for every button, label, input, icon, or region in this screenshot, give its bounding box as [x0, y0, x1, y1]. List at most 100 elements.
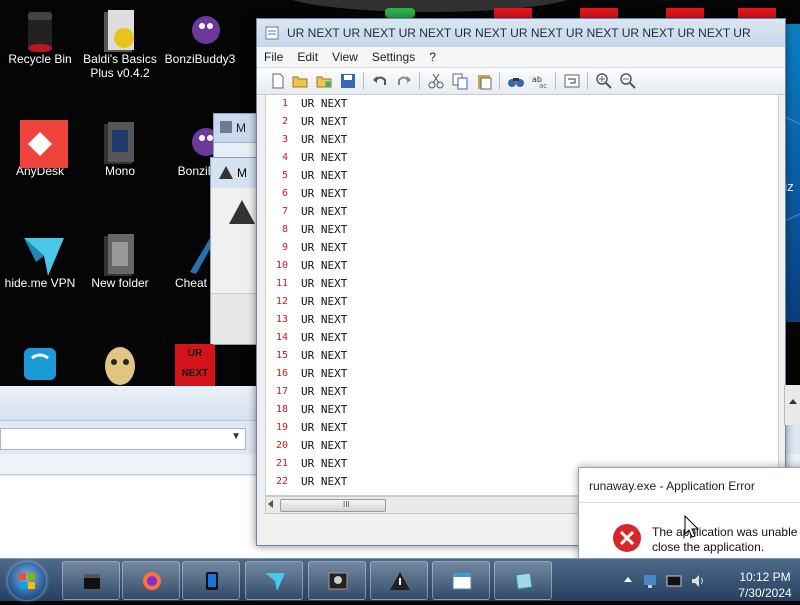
taskbar-item-app[interactable]	[308, 561, 366, 600]
clock[interactable]: 10:12 PM 7/30/2024	[730, 569, 800, 601]
editor-line[interactable]: 17 UR NEXT	[266, 383, 778, 401]
desktop-icon-label: Baldi's Basics Plus v0.4.2	[83, 52, 157, 80]
line-text: UR NEXT	[301, 349, 348, 362]
editor-lines: 1 UR NEXT 2 UR NEXT 3 UR NEXT 4 UR NEXT 5 UR NEXT…	[266, 95, 778, 495]
find-icon[interactable]	[507, 72, 525, 90]
scroll-up-arrow-icon[interactable]	[789, 399, 797, 404]
open-folder-icon[interactable]	[291, 72, 309, 90]
desktop-icon-mono[interactable]: Mono	[80, 120, 160, 178]
editor-line[interactable]: 3 UR NEXT	[266, 131, 778, 149]
line-number: 5	[281, 170, 288, 181]
menu-help[interactable]: ?	[422, 47, 443, 67]
taskbar-item-recycle[interactable]	[62, 561, 120, 600]
text-editor[interactable]: 1 UR NEXT 2 UR NEXT 3 UR NEXT 4 UR NEXT 5 UR NEXT…	[265, 94, 779, 496]
editor-line[interactable]: 14 UR NEXT	[266, 329, 778, 347]
start-button[interactable]	[8, 562, 46, 600]
menu-edit[interactable]: Edit	[290, 47, 325, 67]
taskbar-item-editor[interactable]	[494, 561, 552, 600]
paste-icon[interactable]	[475, 72, 493, 90]
line-text: UR NEXT	[301, 457, 348, 470]
taskbar-item-notepad[interactable]	[432, 561, 490, 600]
editor-line[interactable]: 8 UR NEXT	[266, 221, 778, 239]
app-icon	[84, 574, 100, 589]
editor-line[interactable]: 18 UR NEXT	[266, 401, 778, 419]
menu-file[interactable]: File	[257, 47, 290, 67]
editor-line[interactable]: 6 UR NEXT	[266, 185, 778, 203]
desktop-icon-blue[interactable]	[0, 344, 80, 388]
zoom-out-icon[interactable]	[619, 72, 637, 90]
scroll-left-arrow-icon[interactable]	[268, 500, 273, 508]
undo-icon[interactable]	[371, 72, 389, 90]
folder-icon	[100, 120, 140, 164]
line-number: 7	[281, 206, 288, 217]
volume-icon[interactable]	[690, 573, 706, 589]
line-number: 6	[281, 188, 288, 199]
editor-line[interactable]: 19 UR NEXT	[266, 419, 778, 437]
copy-icon[interactable]	[451, 72, 469, 90]
error-message-line: The application was unable t	[652, 525, 800, 539]
vpn-icon	[20, 232, 64, 276]
zoom-in-icon[interactable]	[595, 72, 613, 90]
line-number: 20	[275, 440, 288, 451]
wrap-icon[interactable]	[563, 72, 581, 90]
cut-icon[interactable]	[427, 72, 445, 90]
show-hidden-icons-icon[interactable]	[624, 577, 632, 582]
top-shadow	[280, 0, 580, 12]
scrollbar-thumb[interactable]: III	[280, 499, 386, 512]
address-bar[interactable]: ▼	[0, 428, 246, 450]
monitor-icon[interactable]	[666, 573, 682, 589]
editor-line[interactable]: 4 UR NEXT	[266, 149, 778, 167]
editor-line[interactable]: 10 UR NEXT	[266, 257, 778, 275]
error-message: The application was unable t close the a…	[652, 525, 800, 555]
line-text: UR NEXT	[301, 475, 348, 488]
desktop-icon-recycle-bin[interactable]: Recycle Bin	[0, 8, 80, 66]
line-text: UR NEXT	[301, 187, 348, 200]
menu-settings[interactable]: Settings	[365, 47, 422, 67]
editor-line[interactable]: 1 UR NEXT	[266, 95, 778, 113]
window-title-text: M	[236, 121, 246, 135]
editor-line[interactable]: 7 UR NEXT	[266, 203, 778, 221]
replace-icon[interactable]: abac	[531, 72, 549, 90]
line-number: 8	[281, 224, 288, 235]
new-file-icon[interactable]	[269, 72, 287, 90]
desktop-icon-baldi[interactable]	[80, 344, 160, 388]
editor-line[interactable]: 2 UR NEXT	[266, 113, 778, 131]
desktop-icon-bonzibuddy[interactable]: BonziBuddy3	[160, 8, 240, 66]
ur-next-image[interactable]: UR NEXT	[175, 344, 215, 386]
window-titlebar[interactable]: UR NEXT UR NEXT UR NEXT UR NEXT UR NEXT …	[257, 19, 785, 47]
open-recent-icon[interactable]	[315, 72, 333, 90]
menu-view[interactable]: View	[325, 47, 365, 67]
editor-line[interactable]: 9 UR NEXT	[266, 239, 778, 257]
desktop-icon-hide-me-vpn[interactable]: hide.me VPN	[0, 232, 80, 290]
taskbar-item-warning[interactable]	[370, 561, 428, 600]
warning-icon	[219, 166, 233, 179]
window-title-text: M	[237, 166, 247, 180]
ur-next-text: UR NEXT	[181, 348, 209, 379]
line-number: 15	[275, 350, 288, 361]
line-number: 19	[275, 422, 288, 433]
line-text: UR NEXT	[301, 367, 348, 380]
svg-text:ac: ac	[539, 82, 547, 90]
editor-line[interactable]: 5 UR NEXT	[266, 167, 778, 185]
chevron-down-icon[interactable]: ▼	[231, 431, 241, 442]
line-number: 10	[275, 260, 288, 271]
save-icon[interactable]	[339, 72, 357, 90]
taskbar-item-phone[interactable]	[182, 561, 240, 600]
phone-app-icon	[206, 572, 218, 590]
desktop-icon-baldis-basics[interactable]: Baldi's Basics Plus v0.4.2	[80, 8, 160, 80]
taskbar-item-vpn[interactable]	[245, 561, 303, 600]
desktop-icon-anydesk[interactable]: AnyDesk	[0, 120, 80, 178]
side-scrollbar[interactable]	[784, 385, 800, 425]
app-icon	[328, 572, 348, 590]
editor-line[interactable]: 12 UR NEXT	[266, 293, 778, 311]
taskbar-item-firefox[interactable]	[122, 561, 180, 600]
editor-line[interactable]: 13 UR NEXT	[266, 311, 778, 329]
editor-line[interactable]: 15 UR NEXT	[266, 347, 778, 365]
editor-line[interactable]: 20 UR NEXT	[266, 437, 778, 455]
mouse-cursor-icon	[684, 515, 700, 538]
desktop-icon-new-folder[interactable]: New folder	[80, 232, 160, 290]
network-icon[interactable]	[642, 573, 658, 589]
redo-icon[interactable]	[395, 72, 413, 90]
editor-line[interactable]: 16 UR NEXT	[266, 365, 778, 383]
editor-line[interactable]: 11 UR NEXT	[266, 275, 778, 293]
